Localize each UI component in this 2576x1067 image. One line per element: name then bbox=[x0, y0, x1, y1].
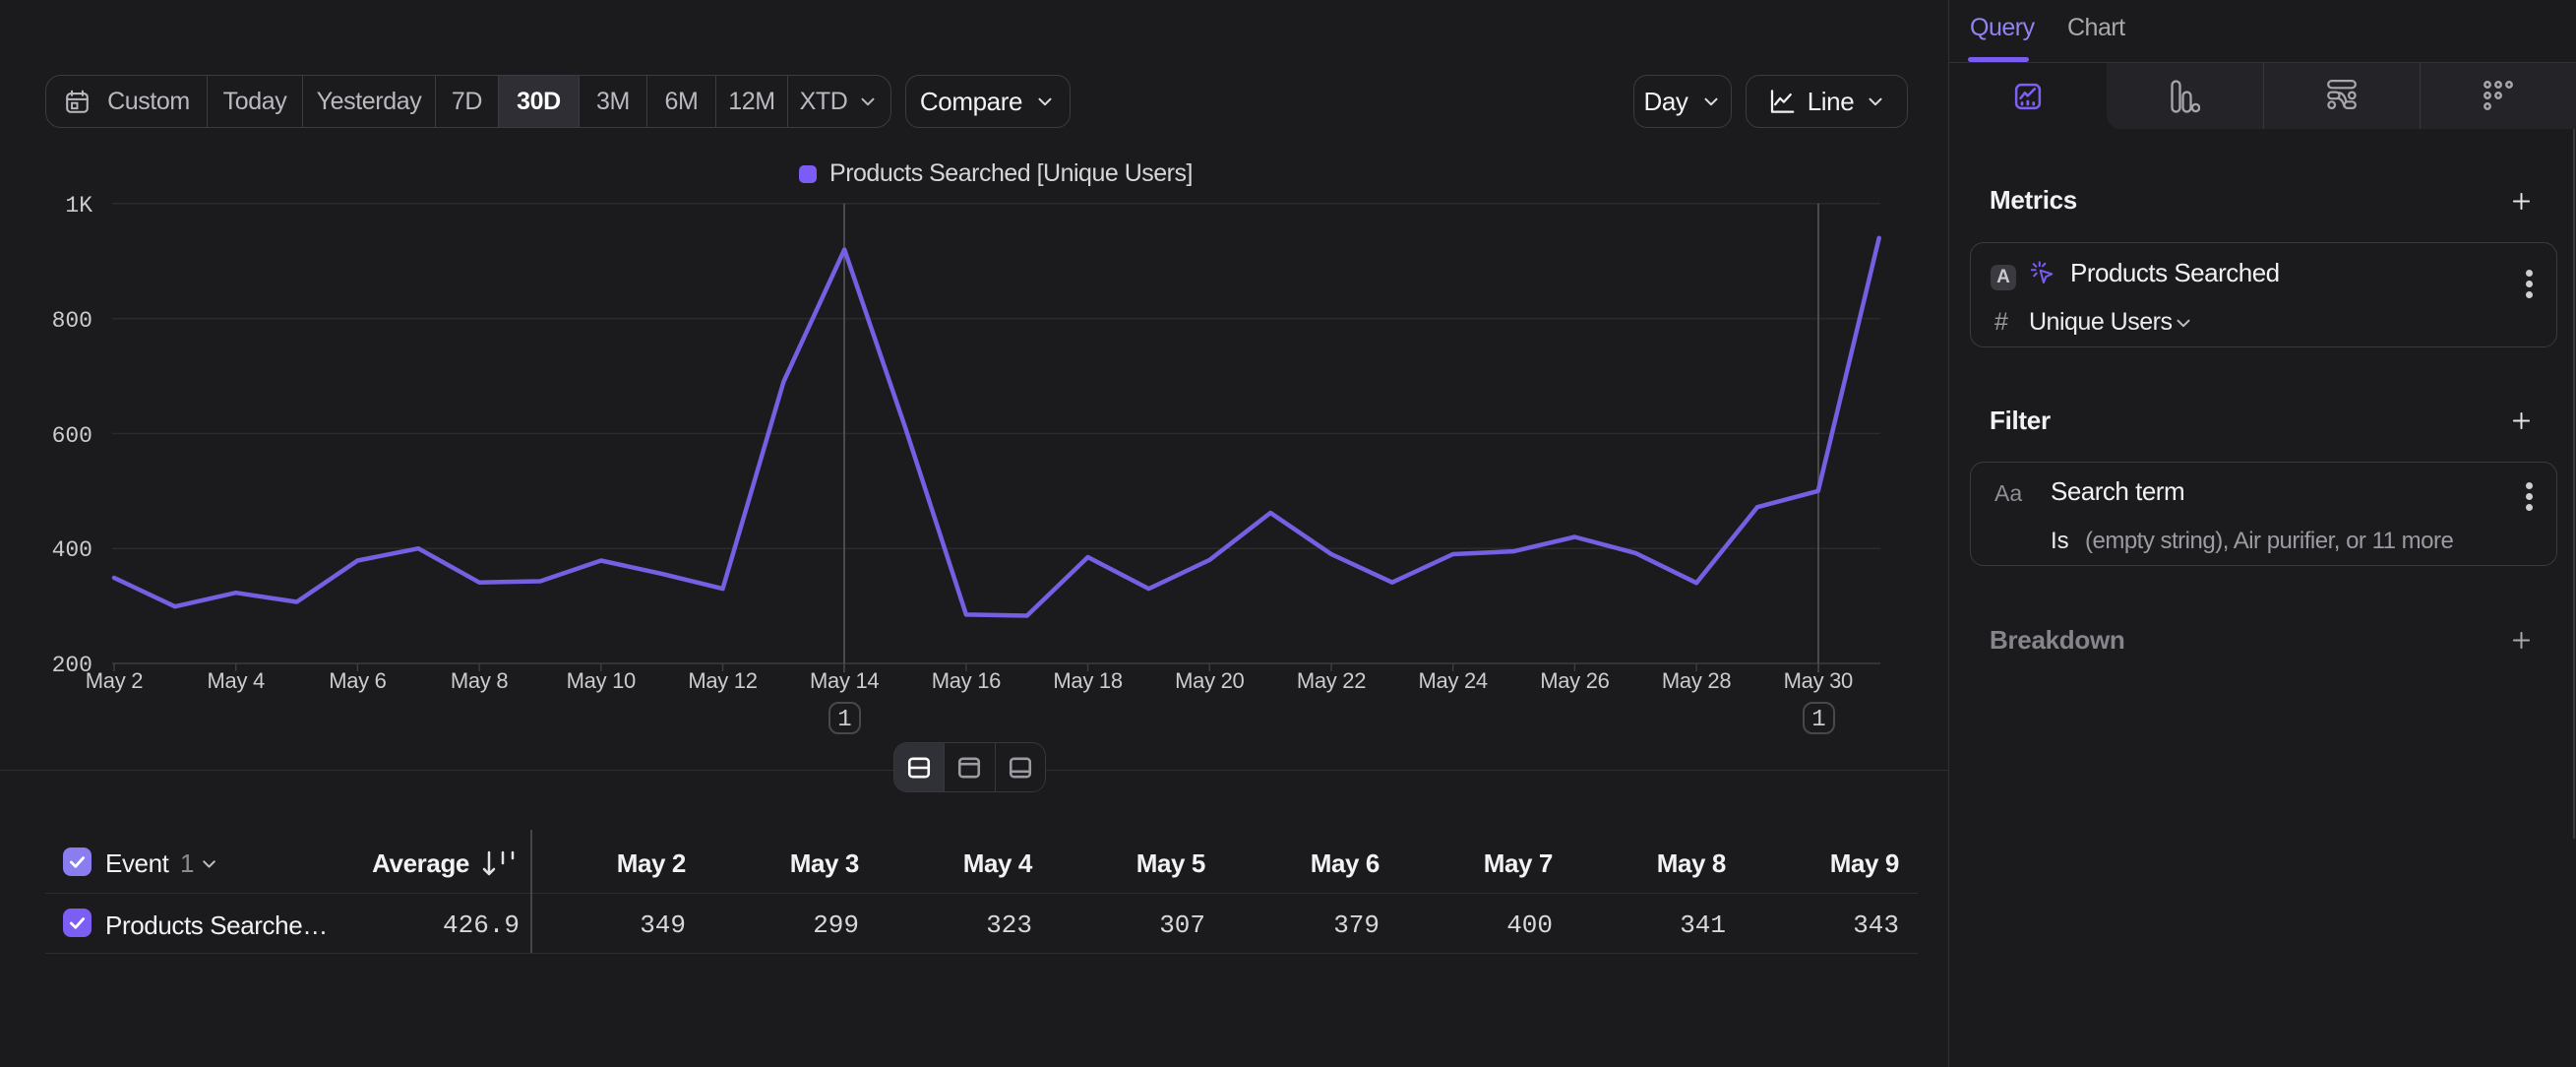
svg-text:1K: 1K bbox=[65, 193, 92, 219]
svg-text:May 14: May 14 bbox=[810, 668, 879, 693]
svg-text:400: 400 bbox=[52, 537, 92, 563]
svg-text:May 30: May 30 bbox=[1784, 668, 1853, 693]
svg-text:May 4: May 4 bbox=[207, 668, 264, 693]
svg-text:May 18: May 18 bbox=[1053, 668, 1122, 693]
svg-text:800: 800 bbox=[52, 308, 92, 334]
svg-text:May 28: May 28 bbox=[1662, 668, 1731, 693]
svg-text:May 22: May 22 bbox=[1297, 668, 1366, 693]
svg-text:May 6: May 6 bbox=[329, 668, 386, 693]
svg-text:1: 1 bbox=[837, 707, 851, 733]
svg-text:600: 600 bbox=[52, 423, 92, 449]
svg-text:May 8: May 8 bbox=[451, 668, 508, 693]
svg-text:1: 1 bbox=[1811, 707, 1825, 733]
svg-text:May 10: May 10 bbox=[567, 668, 636, 693]
svg-text:May 12: May 12 bbox=[688, 668, 757, 693]
svg-text:May 16: May 16 bbox=[932, 668, 1001, 693]
svg-text:May 20: May 20 bbox=[1175, 668, 1244, 693]
svg-text:May 26: May 26 bbox=[1540, 668, 1609, 693]
svg-text:May 24: May 24 bbox=[1419, 668, 1488, 693]
svg-text:May 2: May 2 bbox=[86, 668, 143, 693]
